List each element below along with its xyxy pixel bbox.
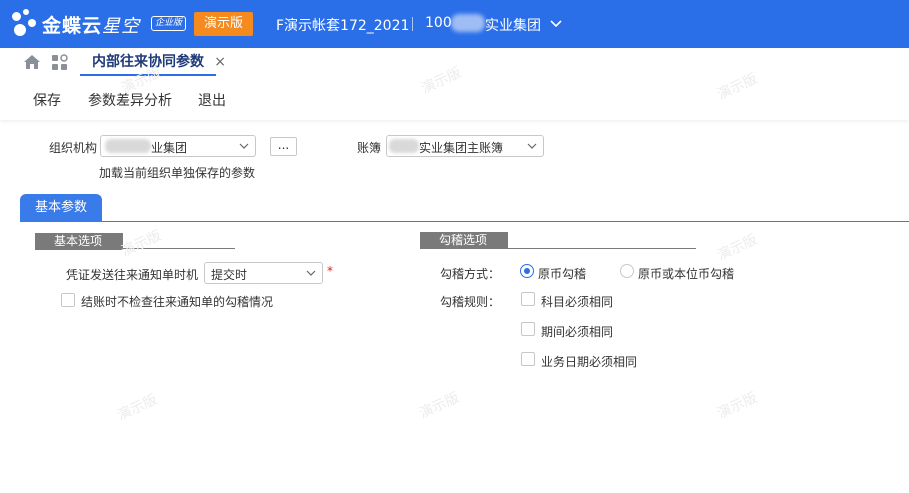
- radio-original-or-base-currency-label: 原币或本位币勾稽: [638, 267, 735, 281]
- radio-original-currency-label: 原币勾稽: [538, 267, 587, 281]
- watermark: 演示版: [715, 389, 760, 423]
- skip-check-label: 结账时不检查往来通知单的勾稽情况: [81, 295, 274, 309]
- redacted-text: [389, 139, 419, 153]
- rule-account-label: 科目必须相同: [541, 295, 614, 309]
- basic-options-underline: [35, 248, 235, 249]
- watermark: 演示版: [715, 231, 760, 265]
- chevron-down-icon: [527, 143, 537, 149]
- org-name[interactable]: 实业集团: [485, 15, 541, 35]
- close-icon[interactable]: ×: [214, 48, 226, 76]
- send-timing-select[interactable]: 提交时: [204, 262, 323, 284]
- org-select[interactable]: 业集团: [100, 135, 256, 157]
- redacted-text: [105, 139, 151, 153]
- rule-period-checkbox[interactable]: [521, 322, 535, 336]
- redacted-org-name: [451, 14, 485, 32]
- match-options-header: 勾稽选项: [420, 232, 508, 249]
- top-header-bar: 金蝶云星空 企业版 演示版 F演示帐套172_2021 100 实业集团: [0, 0, 909, 48]
- home-icon[interactable]: [23, 54, 41, 70]
- rule-business-date-checkbox[interactable]: [521, 352, 535, 366]
- chevron-down-icon: [239, 143, 249, 149]
- apps-grid-icon[interactable]: [51, 54, 69, 72]
- match-options-underline: [420, 248, 696, 249]
- load-params-hint[interactable]: 加载当前组织单独保存的参数: [99, 164, 255, 181]
- tab-label: 内部往来协同参数: [92, 54, 204, 70]
- brand-logo-text: 金蝶云星空: [42, 15, 141, 37]
- edition-badge: 企业版: [151, 16, 187, 31]
- kingdee-logo-icon: [8, 7, 42, 41]
- skip-check-checkbox[interactable]: [61, 293, 75, 307]
- section-divider: [20, 221, 909, 222]
- save-button[interactable]: 保存: [33, 90, 61, 110]
- rule-business-date-label: 业务日期必须相同: [541, 355, 638, 369]
- watermark: 演示版: [115, 391, 160, 425]
- org-code[interactable]: 100: [425, 15, 452, 31]
- header-divider: [412, 17, 413, 31]
- org-browse-button[interactable]: ...: [270, 137, 297, 156]
- rule-account-checkbox[interactable]: [521, 292, 535, 306]
- match-mode-label: 勾稽方式：: [440, 267, 501, 281]
- send-timing-value: 提交时: [211, 268, 248, 282]
- demo-badge: 演示版: [194, 12, 253, 36]
- book-select-value: 实业集团主账簿: [419, 141, 504, 155]
- param-diff-analysis-button[interactable]: 参数差异分析: [88, 90, 172, 110]
- watermark: 演示版: [119, 227, 164, 261]
- tab-basic-params[interactable]: 基本参数: [20, 194, 102, 222]
- toolbar: 保存 参数差异分析 退出: [0, 80, 909, 120]
- required-mark: *: [327, 264, 333, 278]
- org-label: 组织机构: [49, 141, 98, 155]
- chevron-down-icon[interactable]: [549, 16, 563, 30]
- watermark: 演示版: [417, 389, 462, 423]
- rule-period-label: 期间必须相同: [541, 325, 614, 339]
- send-timing-label: 凭证发送往来通知单时机: [66, 268, 199, 282]
- match-rule-label: 勾稽规则：: [440, 295, 501, 309]
- book-label: 账簿: [357, 141, 382, 155]
- org-select-value: 业集团: [151, 141, 188, 155]
- tab-bar: 内部往来协同参数 ×: [0, 48, 909, 76]
- exit-button[interactable]: 退出: [198, 90, 226, 110]
- account-set-name[interactable]: F演示帐套172_2021: [276, 15, 409, 35]
- radio-original-or-base-currency[interactable]: [620, 264, 634, 278]
- book-select[interactable]: 实业集团主账簿: [386, 135, 544, 157]
- radio-original-currency[interactable]: [520, 264, 534, 278]
- chevron-down-icon: [306, 270, 316, 276]
- tab-internal-coordination-params[interactable]: 内部往来协同参数 ×: [80, 48, 226, 76]
